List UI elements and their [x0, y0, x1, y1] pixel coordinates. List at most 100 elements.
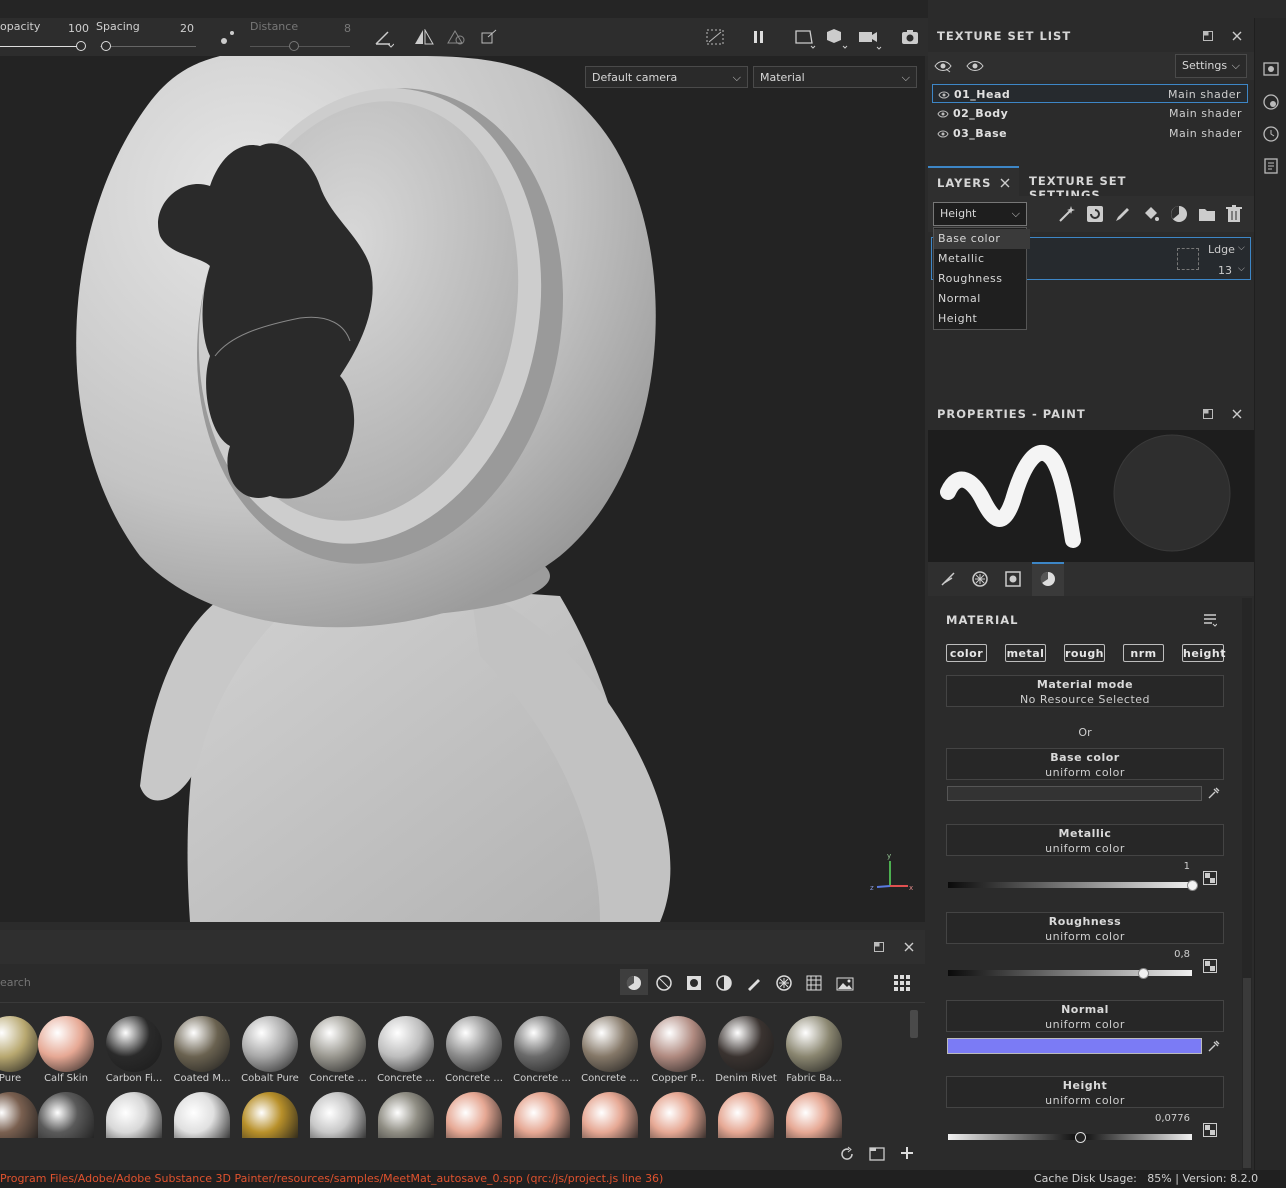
visibility-toggle-icon[interactable] — [934, 59, 952, 73]
filters-filter-icon[interactable] — [716, 975, 732, 991]
opacity-slider-knob[interactable] — [76, 41, 86, 51]
material-thumbnail[interactable] — [242, 1016, 298, 1072]
texture-set-row[interactable]: 03_Base Main shader — [932, 124, 1248, 143]
base-color-swatch[interactable] — [947, 786, 1202, 801]
eyedropper-icon[interactable] — [1208, 1040, 1220, 1052]
transform-icon[interactable] — [480, 29, 498, 45]
settings-dropdown[interactable]: Settings ⌵ — [1175, 54, 1247, 78]
smart-masks-filter-icon[interactable] — [686, 975, 702, 991]
channel-option[interactable]: Base color — [934, 229, 1030, 249]
material-thumbnail[interactable] — [514, 1092, 570, 1138]
material-thumbnail[interactable] — [514, 1016, 570, 1072]
material-thumbnail[interactable] — [446, 1092, 502, 1138]
material-thumbnail[interactable] — [446, 1016, 502, 1072]
eye-icon[interactable] — [966, 59, 984, 73]
roughness-slider-track[interactable] — [948, 970, 1192, 976]
alpha-tab-icon[interactable] — [972, 571, 988, 587]
base-color-selector[interactable]: Base color uniform color — [946, 748, 1224, 780]
log-icon[interactable] — [1263, 158, 1279, 174]
material-thumbnail[interactable] — [38, 1016, 94, 1072]
channel-select[interactable]: Height ⌵ — [933, 202, 1027, 226]
texture-set-shader[interactable]: Main shader — [1169, 104, 1242, 123]
material-thumbnail[interactable] — [650, 1016, 706, 1072]
material-thumbnail[interactable] — [174, 1092, 230, 1138]
add-icon[interactable] — [900, 1146, 914, 1160]
material-thumbnail[interactable] — [786, 1016, 842, 1072]
material-thumbnail[interactable] — [106, 1092, 162, 1138]
normal-selector[interactable]: Normal uniform color — [946, 1000, 1224, 1032]
height-slider-knob[interactable] — [1074, 1132, 1086, 1143]
channel-toggle-nrm[interactable]: nrm — [1123, 644, 1164, 662]
brushes-filter-icon[interactable] — [746, 975, 762, 991]
refresh-icon[interactable] — [839, 1146, 855, 1162]
projection-icon[interactable] — [446, 29, 466, 45]
spacing-slider-knob[interactable] — [101, 41, 111, 51]
material-thumbnail[interactable] — [378, 1092, 434, 1138]
shelf-search-input[interactable] — [0, 972, 600, 992]
material-thumbnail[interactable] — [378, 1016, 434, 1072]
channel-toggle-height[interactable]: height — [1182, 644, 1226, 662]
channel-toggle-color[interactable]: color — [946, 644, 987, 662]
material-thumbnail[interactable] — [650, 1092, 706, 1138]
channel-option[interactable]: Metallic — [934, 249, 1030, 269]
texture-picker-icon[interactable] — [1203, 959, 1217, 973]
texture-set-row[interactable]: 01_Head Main shader — [932, 84, 1248, 103]
channel-toggle-metal[interactable]: metal — [1005, 644, 1046, 662]
trash-icon[interactable] — [1226, 205, 1242, 223]
height-value[interactable]: 0,0776 — [1140, 1113, 1190, 1124]
metallic-selector[interactable]: Metallic uniform color — [946, 824, 1224, 856]
view-3d-cube-icon[interactable] — [826, 28, 848, 50]
material-tab-active[interactable] — [1032, 562, 1064, 596]
shader-settings-icon[interactable] — [1263, 94, 1279, 110]
float-window-icon[interactable] — [874, 942, 884, 952]
channel-option[interactable]: Height — [934, 309, 1030, 329]
camera-select[interactable]: Default camera ⌵ — [585, 66, 748, 88]
material-thumbnail[interactable] — [310, 1092, 366, 1138]
eye-icon[interactable] — [937, 104, 949, 123]
brush-tab-icon[interactable] — [940, 571, 956, 587]
eyedropper-icon[interactable] — [1208, 787, 1220, 799]
properties-scrollbar-thumb[interactable] — [1243, 978, 1251, 1168]
shelf-scrollbar-thumb[interactable] — [910, 1010, 918, 1038]
grid-view-icon[interactable] — [894, 975, 910, 991]
layer-opacity-value[interactable]: 13 — [1218, 264, 1232, 277]
blend-mode-value[interactable]: Ldge — [1208, 243, 1235, 256]
render-mode-select[interactable]: Material ⌵ — [753, 66, 917, 88]
roughness-value[interactable]: 0,8 — [1160, 949, 1190, 960]
smart-material-icon[interactable] — [1170, 205, 1188, 223]
close-icon[interactable] — [904, 942, 914, 952]
stencil-tab-icon[interactable] — [1005, 571, 1021, 587]
tab-layers[interactable]: LAYERS — [928, 166, 1019, 196]
height-slider-track[interactable] — [948, 1134, 1192, 1140]
normal-color-swatch[interactable] — [947, 1038, 1202, 1054]
3d-viewport[interactable]: y x z Default camera ⌵ Material ⌵ — [0, 56, 925, 922]
texture-set-shader[interactable]: Main shader — [1169, 124, 1242, 143]
material-thumbnail[interactable] — [0, 1092, 38, 1138]
material-thumbnail[interactable] — [718, 1092, 774, 1138]
close-icon[interactable] — [1000, 178, 1010, 188]
display-settings-icon[interactable] — [1263, 62, 1279, 78]
smart-materials-filter-icon[interactable] — [656, 975, 672, 991]
fill-layer-icon[interactable] — [1142, 205, 1160, 223]
brush-dots-icon[interactable] — [220, 28, 236, 46]
texture-picker-icon[interactable] — [1203, 1123, 1217, 1137]
paint-layer-icon[interactable] — [1114, 205, 1132, 223]
materials-filter-icon[interactable] — [626, 975, 642, 991]
camera-video-icon[interactable] — [858, 29, 882, 51]
material-thumbnail[interactable] — [582, 1016, 638, 1072]
magic-wand-icon[interactable] — [1058, 205, 1076, 223]
history-icon[interactable] — [1263, 126, 1279, 142]
close-icon[interactable] — [1232, 31, 1242, 41]
new-folder-icon[interactable] — [869, 1146, 885, 1162]
opacity-value[interactable]: 100 — [68, 22, 89, 35]
material-thumbnail[interactable] — [174, 1016, 230, 1072]
eye-icon[interactable] — [938, 85, 950, 104]
properties-scrollbar-track[interactable] — [1242, 598, 1252, 1170]
screenshot-camera-icon[interactable] — [901, 29, 919, 45]
channel-option[interactable]: Normal — [934, 289, 1030, 309]
angle-tool-icon[interactable] — [374, 28, 394, 48]
texture-set-shader[interactable]: Main shader — [1168, 85, 1241, 104]
eye-icon[interactable] — [937, 124, 949, 143]
hide-overlay-icon[interactable] — [706, 29, 724, 45]
menu-lines-icon[interactable] — [1203, 613, 1217, 627]
